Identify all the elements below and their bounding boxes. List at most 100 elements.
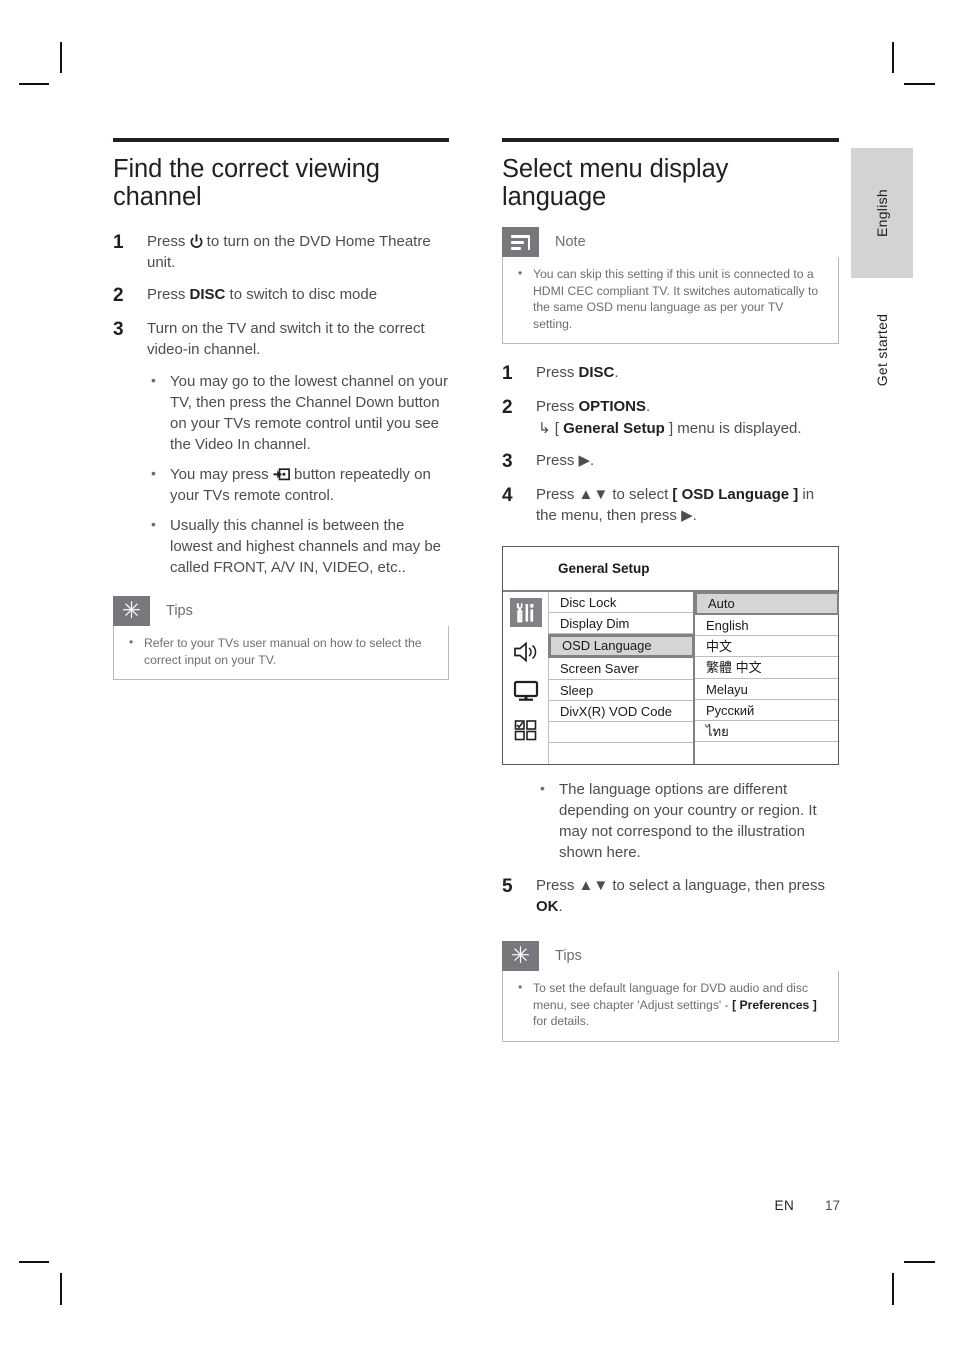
osd-menu-item-divx-vod-code[interactable]: DivX(R) VOD Code (549, 701, 693, 722)
side-tab-language: English (851, 148, 913, 278)
asterisk-icon: ✳ (113, 596, 150, 626)
bullet-text-before: You may press (170, 466, 273, 483)
step-item: 2 Press OPTIONS. ↳ [ General Setup ] men… (502, 396, 839, 439)
step-text: Press OPTIONS. ↳ [ General Setup ] menu … (536, 396, 839, 439)
tips-list: Refer to your TVs user manual on how to … (126, 634, 436, 668)
tips-callout-body: Refer to your TVs user manual on how to … (113, 626, 449, 680)
step-text: Press ▲▼ to select [ OSD Language ] in t… (536, 484, 839, 526)
step-number: 2 (113, 285, 124, 306)
crop-mark-top-right-vertical (892, 42, 894, 73)
step-keyword: OPTIONS (578, 398, 647, 415)
step-number: 5 (502, 876, 513, 898)
tips-callout-header: ✳ Tips (113, 596, 449, 626)
tips-callout-header: ✳ Tips (502, 941, 839, 972)
substep-after: ] menu is displayed. (664, 420, 802, 437)
step-text: Press to turn on the DVD Home Theatre un… (147, 231, 449, 273)
step-text-after: . (614, 364, 619, 381)
footer-language-code: EN (774, 1198, 795, 1213)
crop-mark-bottom-right-vertical (892, 1273, 894, 1305)
footer-page-number: 17 (824, 1198, 840, 1213)
step-item: 1 Press DISC. (502, 362, 839, 385)
left-steps-list: 1 Press to turn on the DVD Home Theatre … (113, 231, 449, 360)
osd-menu-item-disc-lock[interactable]: Disc Lock (549, 592, 693, 614)
step-item: 3 Turn on the TV and switch it to the co… (113, 318, 449, 360)
page-title-left: Find the correct viewing channel (113, 155, 380, 211)
section-rule-left (113, 138, 449, 142)
step-text: Press ▲▼ to select a language, then pres… (536, 875, 839, 917)
preferences-grid-icon[interactable] (510, 715, 542, 744)
left-column: Find the correct viewing channel 1 Press… (113, 138, 449, 680)
tv-monitor-icon[interactable] (510, 676, 542, 705)
step-substep: ↳ [ General Setup ] menu is displayed. (536, 418, 839, 439)
osd-language-option-english[interactable]: English (695, 615, 838, 637)
tools-icon[interactable] (509, 598, 542, 627)
step-text-after: . (646, 398, 651, 415)
osd-language-option-chinese-simplified[interactable]: 中文 (695, 636, 838, 658)
step-number: 4 (502, 485, 513, 506)
step-text-before: Press ▲▼ to select (536, 486, 673, 503)
step-text-before: Turn on the TV and switch it to the corr… (147, 320, 425, 358)
tips-list: To set the default language for DVD audi… (515, 979, 826, 1030)
step-keyword: DISC (578, 364, 615, 381)
tips-label: Tips (166, 603, 193, 619)
section-rule-right (502, 138, 839, 142)
crop-mark-bottom-right-horizontal (904, 1261, 935, 1263)
osd-menu-item-sleep[interactable]: Sleep (549, 680, 693, 701)
osd-figure-title: General Setup (503, 547, 838, 592)
right-column: Select menu display language Note You ca… (502, 138, 839, 1042)
asterisk-glyph: ✳ (510, 942, 531, 969)
osd-language-option-melayu[interactable]: Melayu (695, 679, 838, 700)
osd-menu-item-empty (549, 743, 693, 764)
osd-menu-item-display-dim[interactable]: Display Dim (549, 613, 693, 635)
right-figure-bullets: The language options are different depen… (536, 778, 839, 863)
list-item: Refer to your TVs user manual on how to … (126, 634, 436, 668)
note-lines-icon (502, 227, 539, 257)
step-text: Turn on the TV and switch it to the corr… (147, 318, 449, 360)
osd-language-option-chinese-traditional[interactable]: 繁體 中文 (695, 657, 838, 679)
power-icon (190, 233, 203, 250)
osd-figure-body: Disc Lock Display Dim OSD Language Scree… (503, 592, 839, 765)
list-item: You may press button repeatedly on your … (147, 463, 449, 506)
step-text-before: Press (147, 286, 190, 303)
side-tab-chapter-label: Get started (874, 313, 890, 387)
note-lines-glyph (511, 234, 530, 250)
step-text: Press DISC. (536, 362, 839, 383)
step-keyword: DISC (189, 286, 226, 303)
side-tab-language-label: English (874, 188, 890, 238)
step-text-before: Press (536, 398, 579, 415)
asterisk-glyph: ✳ (121, 597, 142, 624)
crop-mark-bottom-left-horizontal (19, 1261, 49, 1263)
page-footer: EN 17 (0, 1198, 954, 1213)
step-text: Press ▶. (536, 452, 595, 469)
note-callout-header: Note (502, 227, 839, 257)
left-bullet-list: You may go to the lowest channel on your… (147, 370, 449, 578)
step-item: 5 Press ▲▼ to select a language, then pr… (502, 875, 839, 917)
step-text-before: Press ▲▼ to select a language, then pres… (536, 877, 826, 895)
osd-language-option-auto[interactable]: Auto (695, 592, 839, 615)
crop-mark-top-left-vertical (60, 42, 62, 73)
right-steps-list: 1 Press DISC. 2 Press OPTIONS. ↳ [ Gener… (502, 362, 839, 526)
list-item: The language options are different depen… (536, 778, 839, 863)
tips-callout-left: ✳ Tips Refer to your TVs user manual on … (113, 596, 449, 680)
osd-language-option-empty (695, 742, 838, 763)
osd-menu-item-osd-language[interactable]: OSD Language (548, 634, 695, 659)
osd-menu-item-empty (549, 722, 693, 744)
speaker-icon[interactable] (510, 637, 542, 666)
step-number: 1 (113, 232, 124, 253)
note-label: Note (555, 234, 586, 250)
tips-callout-right: ✳ Tips To set the default language for D… (502, 941, 839, 1042)
osd-language-column: Auto English 中文 繁體 中文 Melayu Русский ไทย (695, 592, 839, 764)
page-title-right: Select menu display language (502, 155, 729, 211)
step-number: 3 (502, 451, 513, 472)
osd-menu-column: Disc Lock Display Dim OSD Language Scree… (548, 592, 695, 765)
tips-callout-body: To set the default language for DVD audi… (502, 971, 839, 1042)
osd-menu-item-screen-saver[interactable]: Screen Saver (549, 658, 693, 680)
step-item: 1 Press to turn on the DVD Home Theatre … (113, 231, 449, 273)
osd-language-option-russian[interactable]: Русский (695, 700, 838, 721)
list-item: To set the default language for DVD audi… (515, 979, 826, 1030)
osd-language-option-thai[interactable]: ไทย (695, 721, 838, 743)
step-number: 3 (113, 319, 124, 340)
list-item: Usually this channel is between the lowe… (147, 514, 449, 578)
osd-general-setup-figure: General Setup Disc Lock Display Dim OSD … (502, 546, 839, 766)
note-callout: Note You can skip this setting if this u… (502, 227, 839, 344)
